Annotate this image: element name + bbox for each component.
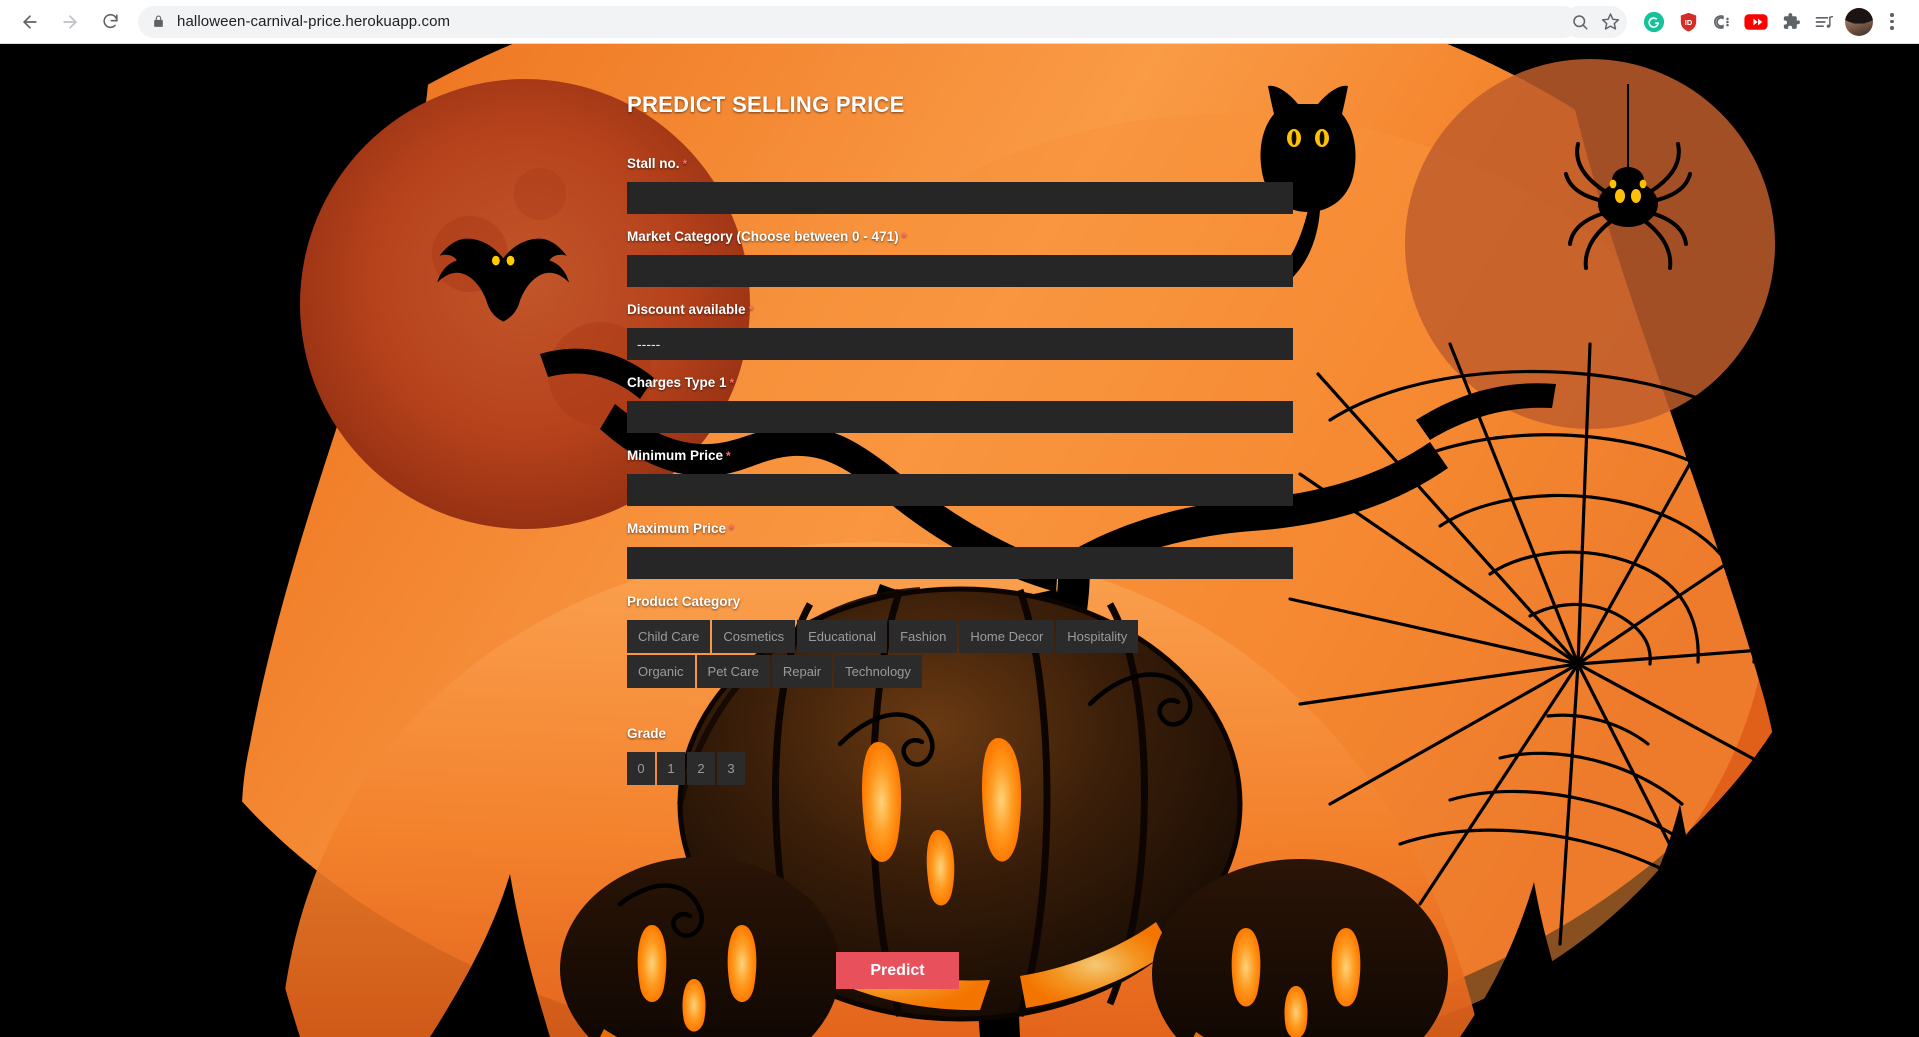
- product-category-button-home-decor[interactable]: Home Decor: [959, 620, 1055, 653]
- label-charges-type-1: Charges Type 1 *: [627, 375, 1293, 390]
- required-asterisk: *: [729, 376, 735, 390]
- extension-icons: ID: [1637, 6, 1841, 38]
- svg-text:ID: ID: [1684, 18, 1692, 27]
- puzzle-extensions-icon[interactable]: [1774, 6, 1806, 38]
- product-category-button-educational[interactable]: Educational: [797, 620, 888, 653]
- page-title: PREDICT SELLING PRICE: [627, 92, 905, 117]
- label-discount-available: Discount available *: [627, 302, 1293, 317]
- grade-button-3[interactable]: 3: [717, 752, 745, 785]
- product-category-button-pet-care[interactable]: Pet Care: [696, 655, 770, 688]
- grade-button-1[interactable]: 1: [657, 752, 685, 785]
- lastpass-extension-icon[interactable]: ID: [1672, 6, 1704, 38]
- grade-buttons: 0123: [627, 752, 1167, 785]
- field-minimum-price: Minimum Price *: [627, 448, 1293, 506]
- select-discount-available[interactable]: -----: [627, 328, 1293, 360]
- input-market-category[interactable]: [627, 255, 1293, 287]
- label-product-category: Product Category: [627, 594, 741, 609]
- label-text: Minimum Price: [627, 448, 724, 463]
- back-button[interactable]: [14, 6, 46, 38]
- prediction-form: PREDICT SELLING PRICE Stall no. * Market …: [0, 44, 1919, 1037]
- label-market-category: Market Category (Choose between 0 - 471)…: [627, 229, 1293, 244]
- group-product-category: Product Category Child Care Cosmetics Educ…: [627, 594, 1327, 688]
- label-text: Market Category (Choose between 0 - 471): [627, 229, 899, 244]
- input-stall-no[interactable]: [627, 182, 1293, 214]
- field-charges-type-1: Charges Type 1 *: [627, 375, 1293, 433]
- grade-button-2[interactable]: 2: [687, 752, 715, 785]
- required-asterisk: *: [729, 522, 734, 536]
- predict-button[interactable]: Predict: [836, 952, 959, 989]
- product-category-buttons: Child Care Cosmetics Educational Fashion Hom…: [627, 620, 1167, 688]
- lock-icon[interactable]: [152, 14, 165, 29]
- product-category-button-cosmetics[interactable]: Cosmetics: [712, 620, 796, 653]
- forward-button[interactable]: [54, 6, 86, 38]
- required-asterisk: *: [682, 157, 688, 171]
- label-text: Discount available: [627, 302, 746, 317]
- product-category-button-child-care[interactable]: Child Care: [627, 620, 711, 653]
- label-stall-no: Stall no. *: [627, 156, 1293, 171]
- product-category-button-technology[interactable]: Technology: [834, 655, 922, 688]
- page-viewport: PREDICT SELLING PRICE Stall no. * Market …: [0, 44, 1919, 1037]
- field-market-category: Market Category (Choose between 0 - 471)…: [627, 229, 1293, 287]
- field-maximum-price: Maximum Price *: [627, 521, 1293, 579]
- required-asterisk: *: [748, 303, 754, 317]
- omnibox-actions: [1563, 5, 1627, 38]
- input-minimum-price[interactable]: [627, 474, 1293, 506]
- required-asterisk: *: [901, 230, 907, 244]
- url-text: halloween-carnival-price.herokuapp.com: [177, 13, 451, 30]
- grammarly-extension-icon[interactable]: [1638, 6, 1670, 38]
- browser-toolbar: halloween-carnival-price.herokuapp.com I…: [0, 0, 1919, 44]
- youtube-extension-icon[interactable]: [1740, 6, 1772, 38]
- bookmark-star-icon[interactable]: [1595, 7, 1625, 37]
- input-charges-type-1[interactable]: [627, 401, 1293, 433]
- chrome-menu-button[interactable]: [1879, 6, 1905, 38]
- media-playlist-icon[interactable]: [1808, 6, 1840, 38]
- label-text: Charges Type 1: [627, 375, 727, 390]
- product-category-button-organic[interactable]: Organic: [627, 655, 695, 688]
- required-asterisk: *: [726, 449, 731, 463]
- product-category-button-repair[interactable]: Repair: [771, 655, 833, 688]
- grade-button-0[interactable]: 0: [627, 752, 655, 785]
- label-text: Stall no.: [627, 156, 680, 171]
- search-icon[interactable]: [1565, 7, 1595, 37]
- product-category-button-hospitality[interactable]: Hospitality: [1056, 620, 1139, 653]
- group-grade: Grade 0123: [627, 726, 1327, 785]
- colorzilla-extension-icon[interactable]: [1706, 6, 1738, 38]
- label-grade: Grade: [627, 726, 667, 741]
- profile-avatar[interactable]: [1845, 7, 1873, 36]
- field-stall-no: Stall no. *: [627, 156, 1293, 214]
- label-maximum-price: Maximum Price *: [627, 521, 1293, 536]
- reload-button[interactable]: [94, 6, 126, 38]
- field-discount-available: Discount available * -----: [627, 302, 1293, 360]
- label-text: Maximum Price: [627, 521, 727, 536]
- input-maximum-price[interactable]: [627, 547, 1293, 579]
- product-category-button-fashion[interactable]: Fashion: [889, 620, 958, 653]
- address-bar[interactable]: halloween-carnival-price.herokuapp.com: [138, 5, 1579, 38]
- label-minimum-price: Minimum Price *: [627, 448, 1293, 463]
